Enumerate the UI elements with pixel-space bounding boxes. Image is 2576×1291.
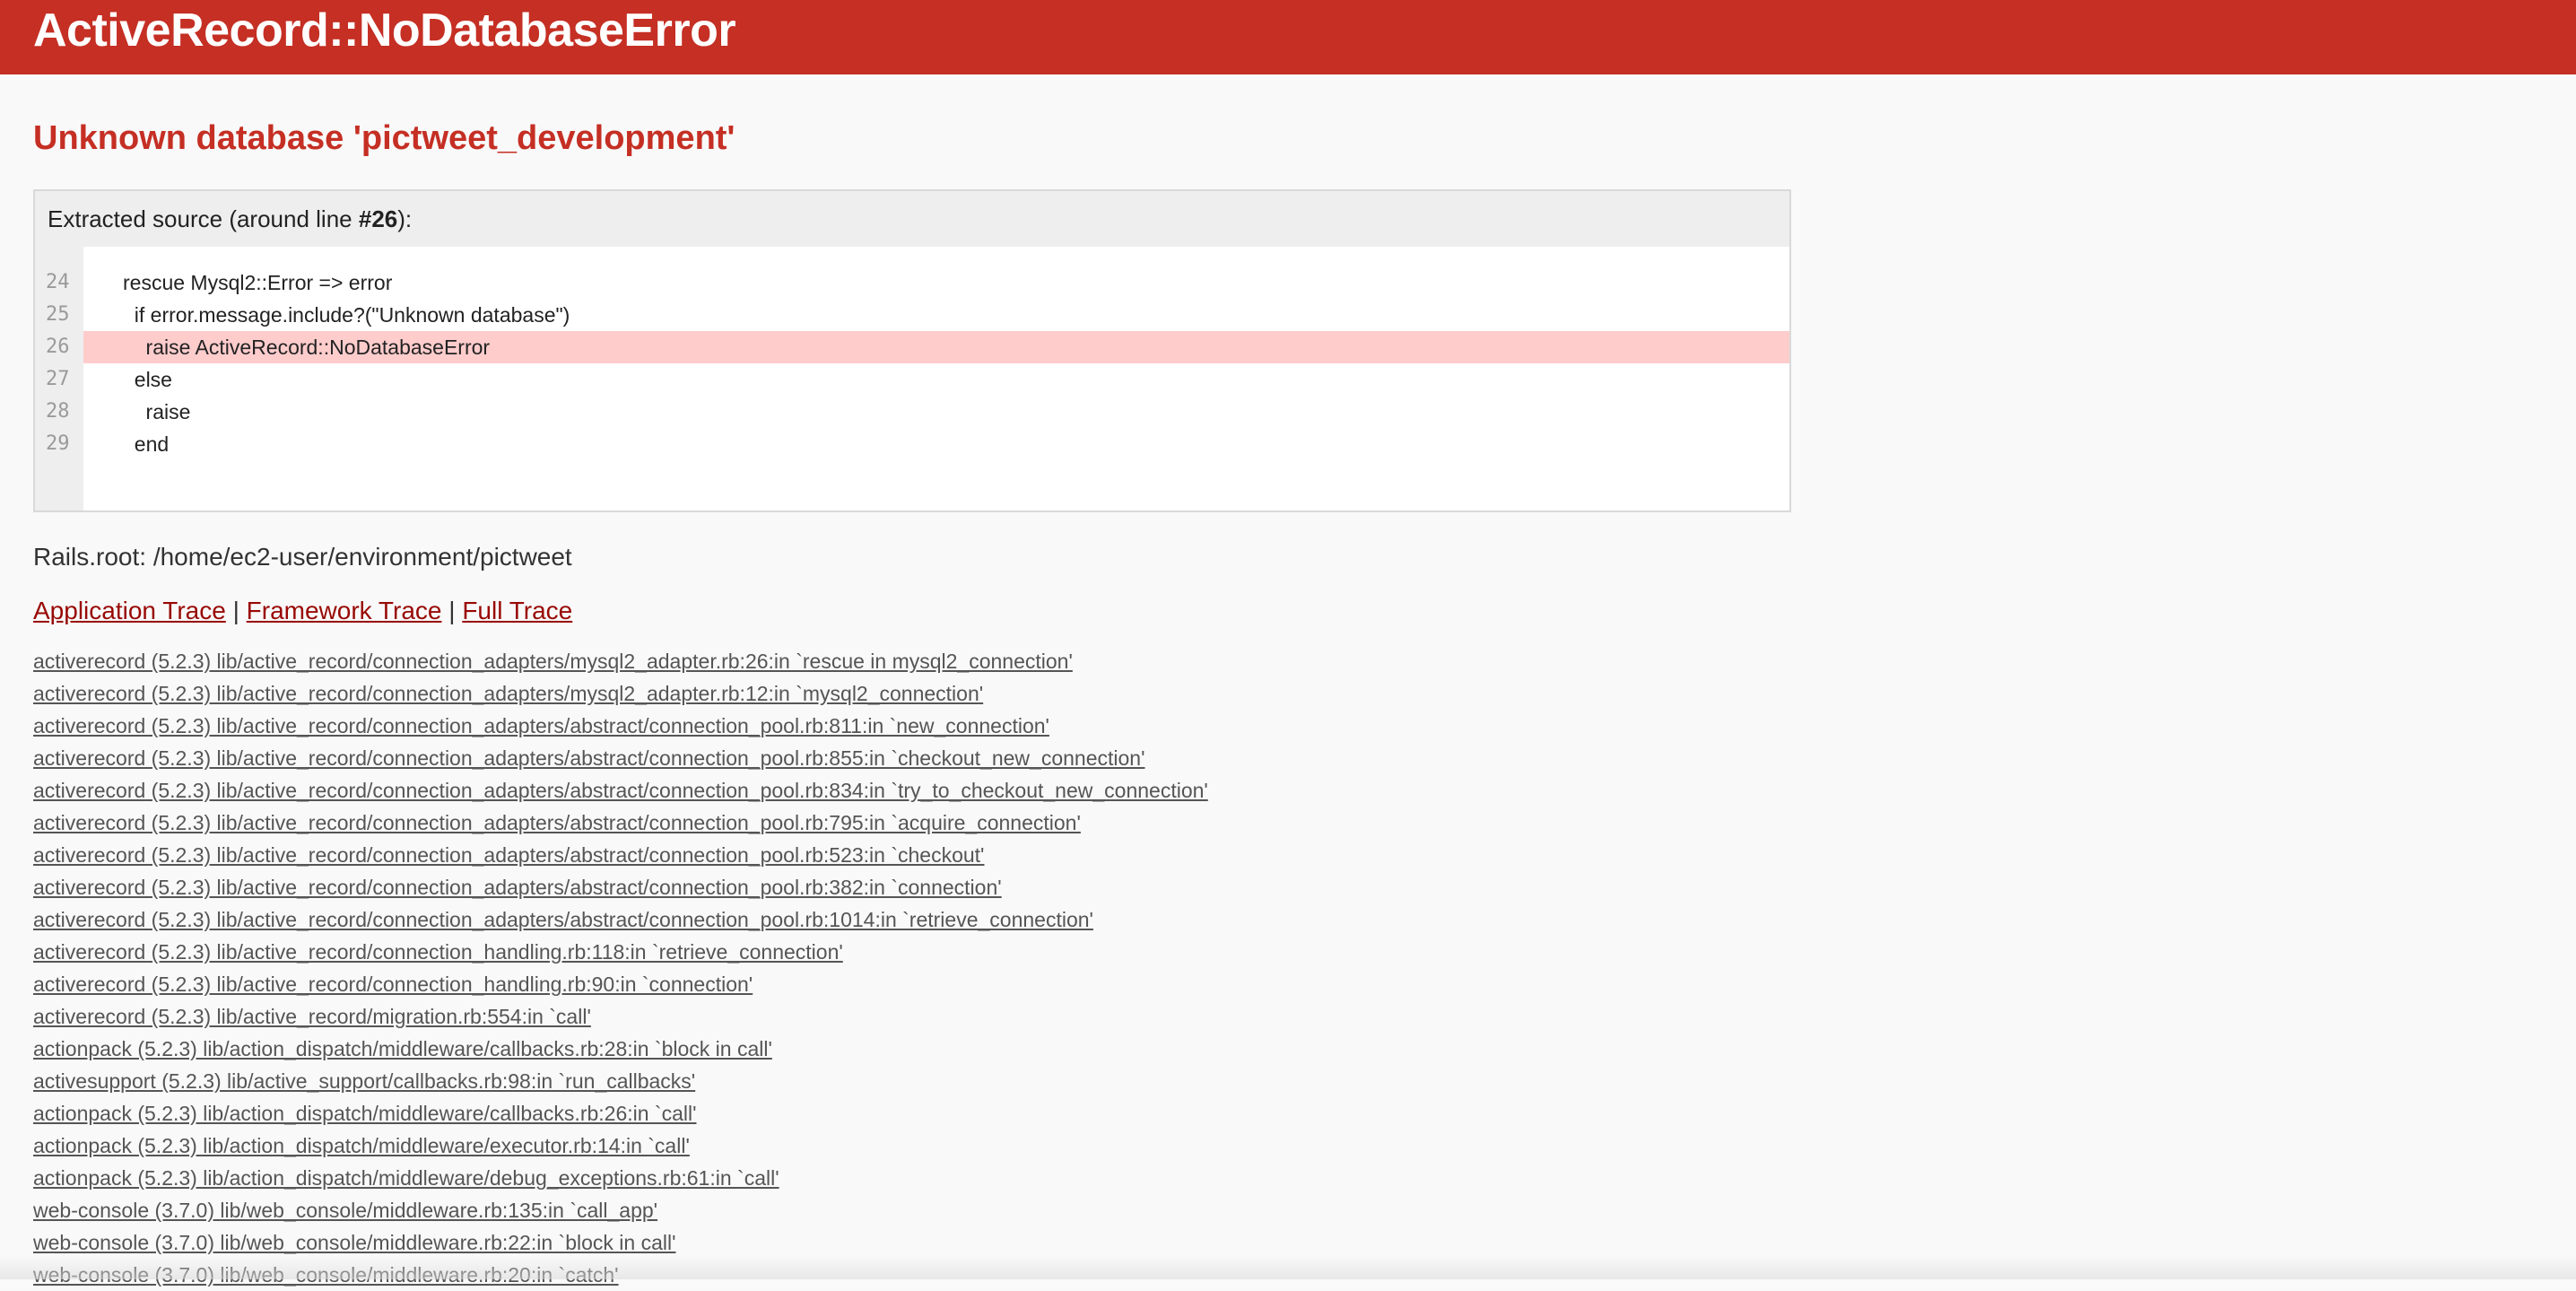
line-number: 26 bbox=[46, 336, 70, 358]
line-number-gutter: 24 25 26 27 28 29 bbox=[35, 247, 83, 510]
trace-line[interactable]: activerecord (5.2.3) lib/active_record/m… bbox=[33, 1000, 2543, 1033]
error-title: ActiveRecord::NoDatabaseError bbox=[33, 4, 736, 57]
main-content: Unknown database 'pictweet_development' … bbox=[0, 74, 2576, 1291]
trace-line[interactable]: actionpack (5.2.3) lib/action_dispatch/m… bbox=[33, 1130, 2543, 1162]
trace-tabs: Application Trace | Framework Trace | Fu… bbox=[33, 593, 2543, 629]
trace-list: activerecord (5.2.3) lib/active_record/c… bbox=[33, 645, 2543, 1291]
code-lines: rescue Mysql2::Error => error if error.m… bbox=[83, 247, 1789, 510]
source-header: Extracted source (around line #26): bbox=[35, 191, 1789, 247]
trace-line[interactable]: web-console (3.7.0) lib/web_console/midd… bbox=[33, 1194, 2543, 1226]
trace-line[interactable]: activerecord (5.2.3) lib/active_record/c… bbox=[33, 903, 2543, 936]
code-line-highlighted: raise ActiveRecord::NoDatabaseError bbox=[83, 331, 1789, 363]
code-line: else bbox=[123, 368, 172, 391]
trace-line[interactable]: actionpack (5.2.3) lib/action_dispatch/m… bbox=[33, 1097, 2543, 1130]
rails-root: Rails.root: /home/ec2-user/environment/p… bbox=[33, 543, 572, 571]
trace-line[interactable]: activerecord (5.2.3) lib/active_record/c… bbox=[33, 645, 2543, 677]
code-line: raise bbox=[123, 400, 191, 423]
error-message: Unknown database 'pictweet_development' bbox=[33, 119, 735, 157]
trace-line[interactable]: web-console (3.7.0) lib/web_console/midd… bbox=[33, 1226, 2543, 1259]
source-code: 24 25 26 27 28 29 rescue Mysql2::Error =… bbox=[35, 247, 1789, 510]
trace-line[interactable]: activerecord (5.2.3) lib/active_record/c… bbox=[33, 742, 2543, 774]
trace-line[interactable]: activerecord (5.2.3) lib/active_record/c… bbox=[33, 677, 2543, 710]
trace-line[interactable]: activesupport (5.2.3) lib/active_support… bbox=[33, 1065, 2543, 1097]
application-trace-link[interactable]: Application Trace bbox=[33, 597, 226, 624]
trace-line[interactable]: activerecord (5.2.3) lib/active_record/c… bbox=[33, 936, 2543, 968]
trace-line[interactable]: activerecord (5.2.3) lib/active_record/c… bbox=[33, 774, 2543, 807]
trace-line[interactable]: activerecord (5.2.3) lib/active_record/c… bbox=[33, 968, 2543, 1000]
trace-line[interactable]: actionpack (5.2.3) lib/action_dispatch/m… bbox=[33, 1162, 2543, 1194]
source-header-suffix: ): bbox=[397, 205, 413, 232]
line-number: 24 bbox=[46, 271, 70, 293]
window-bottom-shadow bbox=[0, 1256, 2576, 1279]
trace-line[interactable]: actionpack (5.2.3) lib/action_dispatch/m… bbox=[33, 1033, 2543, 1065]
code-line: end bbox=[123, 432, 170, 456]
code-line: rescue Mysql2::Error => error bbox=[123, 271, 393, 294]
trace-line[interactable]: activerecord (5.2.3) lib/active_record/c… bbox=[33, 871, 2543, 903]
trace-line[interactable]: activerecord (5.2.3) lib/active_record/c… bbox=[33, 807, 2543, 839]
full-trace-link[interactable]: Full Trace bbox=[462, 597, 572, 624]
line-number: 27 bbox=[46, 368, 70, 390]
trace-line[interactable]: activerecord (5.2.3) lib/active_record/c… bbox=[33, 839, 2543, 871]
trace-separator: | bbox=[448, 597, 456, 624]
source-header-prefix: Extracted source (around line bbox=[48, 205, 359, 232]
framework-trace-link[interactable]: Framework Trace bbox=[247, 597, 442, 624]
code-line: if error.message.include?("Unknown datab… bbox=[123, 303, 570, 327]
line-number: 28 bbox=[46, 400, 70, 423]
line-number: 25 bbox=[46, 303, 70, 326]
trace-line[interactable]: activerecord (5.2.3) lib/active_record/c… bbox=[33, 710, 2543, 742]
source-header-line: #26 bbox=[358, 205, 398, 232]
line-number: 29 bbox=[46, 432, 70, 455]
trace-separator: | bbox=[232, 597, 239, 624]
error-header: ActiveRecord::NoDatabaseError bbox=[0, 0, 2576, 74]
extracted-source-panel: Extracted source (around line #26): 24 2… bbox=[33, 189, 1791, 512]
